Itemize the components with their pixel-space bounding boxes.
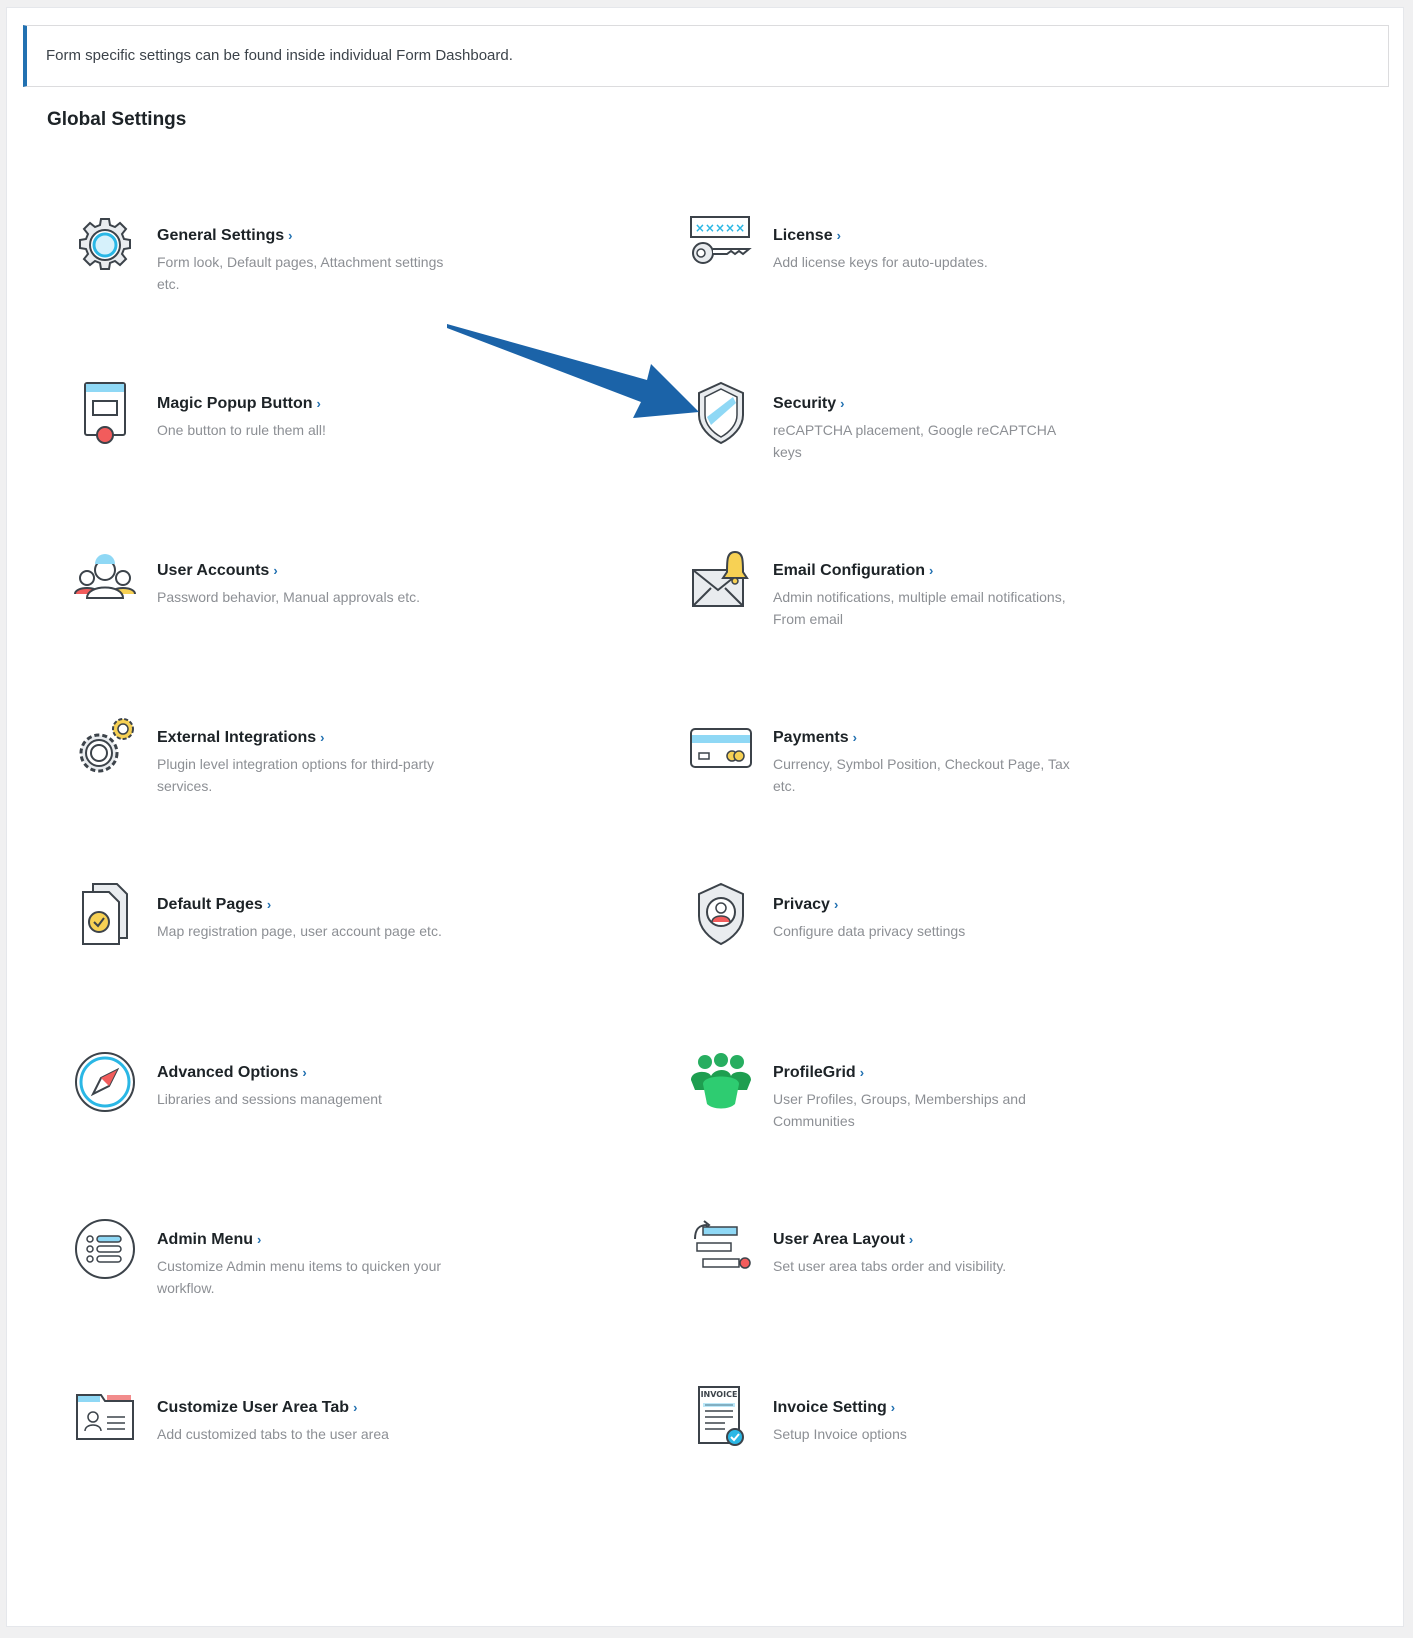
layout-tabs-icon — [689, 1217, 753, 1281]
setting-desc: reCAPTCHA placement, Google reCAPTCHA ke… — [773, 422, 1056, 460]
credit-card-icon — [689, 715, 753, 779]
setting-desc: Add license keys for auto-updates. — [773, 254, 988, 270]
setting-title: Customize User Area Tab › — [157, 1399, 358, 1416]
setting-user-accounts[interactable]: User Accounts › Password behavior, Manual… — [73, 548, 593, 668]
setting-title: General Settings › — [157, 227, 293, 244]
users-icon — [73, 548, 137, 612]
setting-invoice-setting[interactable]: INVOICE Invoice Setting › Setup Invoice o… — [689, 1385, 1209, 1505]
setting-title: External Integrations › — [157, 729, 325, 746]
gear-icon — [73, 213, 137, 277]
profilegrid-icon — [689, 1050, 753, 1114]
setting-privacy[interactable]: Privacy › Configure data privacy settings — [689, 882, 1209, 1002]
setting-desc: User Profiles, Groups, Memberships and C… — [773, 1091, 1026, 1129]
setting-title: Magic Popup Button › — [157, 395, 321, 412]
setting-profilegrid[interactable]: ProfileGrid › User Profiles, Groups, Memb… — [689, 1050, 1209, 1170]
svg-text:INVOICE: INVOICE — [701, 1390, 738, 1399]
gears-icon — [73, 715, 137, 779]
setting-user-area-layout[interactable]: User Area Layout › Set user area tabs ord… — [689, 1217, 1209, 1337]
setting-desc: Form look, Default pages, Attachment set… — [157, 254, 444, 292]
setting-title: Invoice Setting › — [773, 1399, 896, 1416]
pages-icon — [73, 882, 137, 946]
settings-grid: General Settings › Form look, Default pag… — [7, 8, 1403, 1626]
setting-default-pages[interactable]: Default Pages › Map registration page, us… — [73, 882, 593, 1002]
setting-desc: Plugin level integration options for thi… — [157, 756, 435, 794]
setting-desc: Currency, Symbol Position, Checkout Page… — [773, 756, 1070, 794]
privacy-shield-icon — [689, 882, 753, 946]
setting-general-settings[interactable]: General Settings › Form look, Default pag… — [73, 213, 593, 333]
setting-email-configuration[interactable]: Email Configuration › Admin notifications… — [689, 548, 1209, 668]
setting-title: User Accounts › — [157, 562, 278, 579]
popup-button-icon — [73, 381, 137, 445]
setting-magic-popup-button[interactable]: Magic Popup Button › One button to rule t… — [73, 381, 593, 501]
setting-admin-menu[interactable]: Admin Menu › Customize Admin menu items t… — [73, 1217, 593, 1337]
setting-title: Payments › — [773, 729, 857, 746]
setting-license[interactable]: ××××× License › Add license keys for auto… — [689, 213, 1209, 333]
setting-desc: Map registration page, user account page… — [157, 923, 442, 939]
setting-title: Admin Menu › — [157, 1231, 262, 1248]
setting-desc: Configure data privacy settings — [773, 923, 966, 939]
setting-title: Advanced Options › — [157, 1064, 307, 1081]
setting-security[interactable]: Security › reCAPTCHA placement, Google re… — [689, 381, 1209, 501]
setting-external-integrations[interactable]: External Integrations › Plugin level inte… — [73, 715, 593, 835]
setting-title: Privacy › — [773, 896, 839, 913]
setting-desc: Admin notifications, multiple email noti… — [773, 589, 1066, 627]
email-bell-icon — [689, 548, 753, 612]
setting-desc: Password behavior, Manual approvals etc. — [157, 589, 421, 605]
compass-icon — [73, 1050, 137, 1114]
setting-desc: Setup Invoice options — [773, 1426, 907, 1442]
setting-desc: One button to rule them all! — [157, 422, 326, 438]
setting-title: Default Pages › — [157, 896, 272, 913]
user-card-icon — [73, 1385, 137, 1449]
setting-title: User Area Layout › — [773, 1231, 914, 1248]
settings-panel: Form specific settings can be found insi… — [6, 7, 1404, 1627]
setting-payments[interactable]: Payments › Currency, Symbol Position, Che… — [689, 715, 1209, 835]
shield-icon — [689, 381, 753, 445]
setting-desc: Libraries and sessions management — [157, 1091, 382, 1107]
setting-advanced-options[interactable]: Advanced Options › Libraries and sessions… — [73, 1050, 593, 1170]
setting-title: License › — [773, 227, 841, 244]
setting-customize-user-area-tab[interactable]: Customize User Area Tab › Add customized … — [73, 1385, 593, 1505]
menu-list-icon — [73, 1217, 137, 1281]
invoice-icon: INVOICE — [689, 1385, 753, 1449]
setting-title: Security › — [773, 395, 845, 412]
setting-desc: Set user area tabs order and visibility. — [773, 1258, 1007, 1274]
key-icon: ××××× — [689, 213, 753, 277]
setting-desc: Customize Admin menu items to quicken yo… — [157, 1258, 442, 1296]
setting-title: Email Configuration › — [773, 562, 934, 579]
svg-text:×××××: ××××× — [695, 221, 745, 235]
setting-desc: Add customized tabs to the user area — [157, 1426, 389, 1442]
setting-title: ProfileGrid › — [773, 1064, 865, 1081]
